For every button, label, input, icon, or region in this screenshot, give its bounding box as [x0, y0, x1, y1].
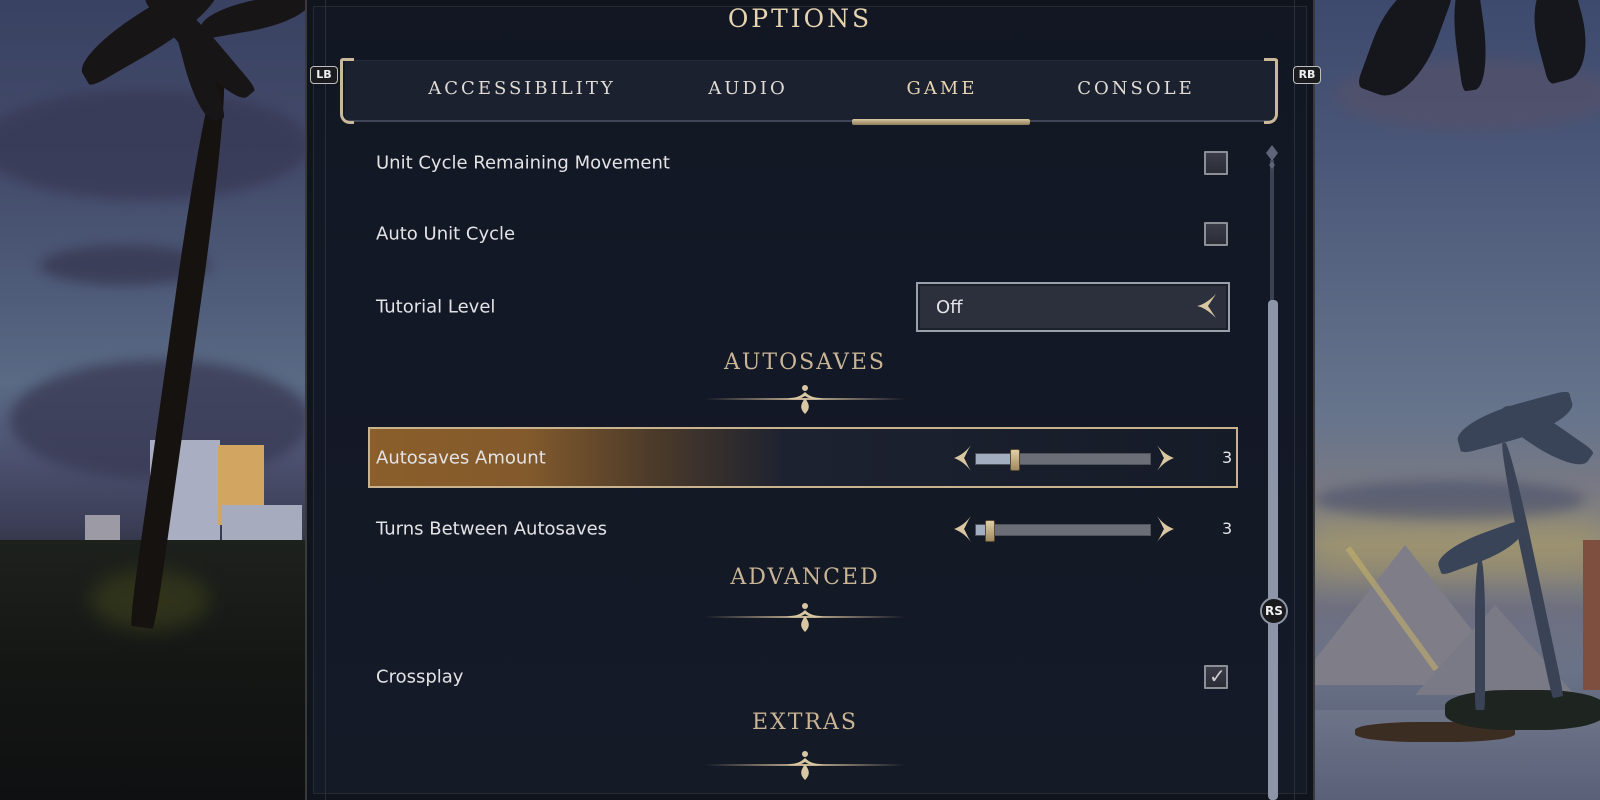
- tab-bar-right-cap: [1264, 58, 1278, 124]
- scrollbar-top-cap-icon: [1266, 145, 1278, 169]
- active-tab-indicator: [852, 119, 1030, 125]
- left-bumper-hint[interactable]: LB: [310, 66, 338, 84]
- background-scenery-right: [1315, 0, 1600, 800]
- setting-label: Crossplay: [376, 666, 464, 688]
- setting-unit-cycle-remaining-movement[interactable]: Unit Cycle Remaining Movement: [368, 138, 1238, 188]
- chevron-left-icon: [1197, 294, 1216, 318]
- section-divider-ornament: [705, 385, 905, 414]
- dropdown-value: Off: [936, 297, 963, 318]
- right-stick-hint[interactable]: RS: [1260, 597, 1288, 625]
- setting-label: Auto Unit Cycle: [376, 223, 516, 245]
- turns-between-autosaves-value: 3: [1222, 519, 1233, 538]
- setting-auto-unit-cycle[interactable]: Auto Unit Cycle: [368, 209, 1238, 259]
- tab-game[interactable]: GAME: [907, 78, 978, 99]
- tab-audio[interactable]: AUDIO: [708, 78, 787, 99]
- auto-unit-cycle-checkbox[interactable]: [1204, 222, 1228, 246]
- setting-label: Unit Cycle Remaining Movement: [376, 152, 670, 174]
- slider-track[interactable]: [975, 449, 1151, 471]
- background-scenery-left: [0, 0, 305, 800]
- section-title-extras: EXTRAS: [752, 710, 858, 735]
- tab-bar-left-cap: [340, 58, 354, 124]
- section-title-autosaves: AUTOSAVES: [723, 350, 887, 375]
- slider-thumb[interactable]: [985, 520, 996, 542]
- setting-label: Turns Between Autosaves: [376, 518, 608, 540]
- slider-fill: [976, 454, 1015, 464]
- increase-arrow-icon[interactable]: [1155, 514, 1175, 544]
- autosaves-amount-value: 3: [1222, 448, 1233, 467]
- section-divider-ornament: [705, 603, 905, 632]
- section-divider-ornament: [705, 751, 905, 780]
- setting-label: Tutorial Level: [376, 296, 496, 318]
- slider-track[interactable]: [975, 520, 1151, 542]
- setting-label: Autosaves Amount: [376, 447, 546, 469]
- decrease-arrow-icon[interactable]: [953, 514, 973, 544]
- tab-console[interactable]: CONSOLE: [1077, 78, 1194, 99]
- slider-thumb[interactable]: [1009, 449, 1020, 471]
- tutorial-level-dropdown[interactable]: Off: [916, 282, 1230, 332]
- page-title: OPTIONS: [727, 4, 873, 33]
- tab-accessibility[interactable]: ACCESSIBILITY: [428, 78, 615, 99]
- increase-arrow-icon[interactable]: [1155, 443, 1175, 473]
- setting-crossplay[interactable]: Crossplay: [368, 652, 1238, 702]
- autosaves-amount-slider[interactable]: [953, 443, 1175, 473]
- turns-between-autosaves-slider[interactable]: [953, 514, 1175, 544]
- unit-cycle-remaining-movement-checkbox[interactable]: [1204, 151, 1228, 175]
- checkmark-icon: ✓: [1209, 664, 1226, 688]
- right-bumper-hint[interactable]: RB: [1293, 66, 1321, 84]
- section-title-advanced: ADVANCED: [730, 565, 880, 590]
- decrease-arrow-icon[interactable]: [953, 443, 973, 473]
- scrollbar-thumb[interactable]: [1268, 300, 1278, 800]
- crossplay-checkbox[interactable]: ✓: [1204, 664, 1228, 689]
